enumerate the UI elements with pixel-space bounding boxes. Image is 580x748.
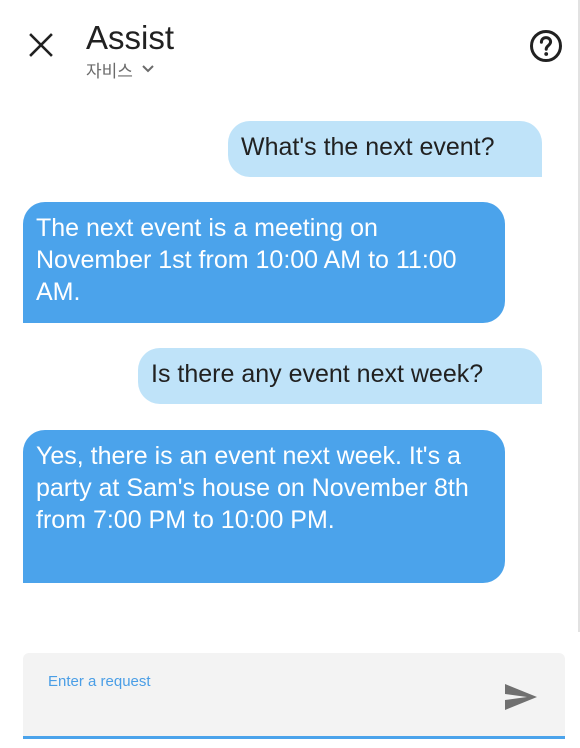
message-assistant: Yes, there is an event next week. It's a… bbox=[23, 430, 505, 583]
request-input-box[interactable]: Enter a request bbox=[23, 653, 565, 739]
message-user: Is there any event next week? bbox=[138, 348, 542, 404]
close-icon bbox=[29, 33, 53, 57]
pipeline-selector[interactable]: 자비스 bbox=[86, 57, 155, 81]
chevron-down-icon bbox=[142, 65, 154, 73]
send-button[interactable] bbox=[501, 679, 541, 715]
request-input[interactable] bbox=[48, 693, 492, 729]
help-circle-icon bbox=[530, 30, 562, 62]
message-user: What's the next event? bbox=[228, 121, 542, 177]
send-icon bbox=[505, 684, 537, 710]
help-button[interactable] bbox=[528, 28, 564, 64]
request-input-label: Enter a request bbox=[48, 673, 151, 690]
close-button[interactable] bbox=[24, 28, 58, 62]
message-assistant: The next event is a meeting on November … bbox=[23, 202, 505, 323]
dialog-title: Assist bbox=[86, 19, 175, 56]
pipeline-name: 자비스 bbox=[86, 61, 133, 81]
assist-dialog: Assist 자비스 What's the next event? The ne… bbox=[0, 0, 580, 748]
dialog-header: Assist 자비스 bbox=[0, 0, 580, 100]
